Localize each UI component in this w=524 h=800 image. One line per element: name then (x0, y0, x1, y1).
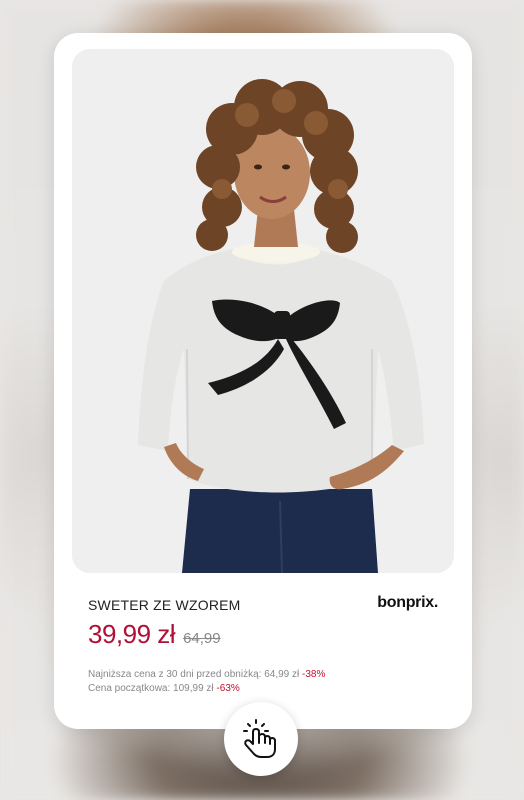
current-price: 39,99 zł (88, 619, 176, 649)
lowest-price-discount: -38% (302, 669, 326, 680)
product-card[interactable]: SWETER ZE WZOREM bonprix. 39,99 zł 64,99… (54, 33, 472, 729)
tap-button[interactable] (224, 702, 298, 776)
model-illustration (72, 49, 454, 573)
product-image[interactable] (72, 49, 454, 573)
old-price: 64,99 (183, 630, 221, 647)
product-title: SWETER ZE WZOREM (88, 597, 241, 613)
initial-price-discount: -63% (216, 683, 240, 694)
lowest-price-line: Najniższa cena z 30 dni przed obniżką: 6… (88, 668, 325, 682)
initial-price-label: Cena początkowa: 109,99 zł (88, 683, 214, 694)
initial-price-line: Cena początkowa: 109,99 zł -63% (88, 682, 325, 696)
brand-logo: bonprix. (377, 594, 438, 611)
price-row: 39,99 zł 64,99 (88, 619, 221, 650)
hand-tap-icon (243, 719, 276, 758)
lowest-price-label: Najniższa cena z 30 dni przed obniżką: 6… (88, 669, 300, 680)
price-info: Najniższa cena z 30 dni przed obniżką: 6… (88, 668, 325, 696)
